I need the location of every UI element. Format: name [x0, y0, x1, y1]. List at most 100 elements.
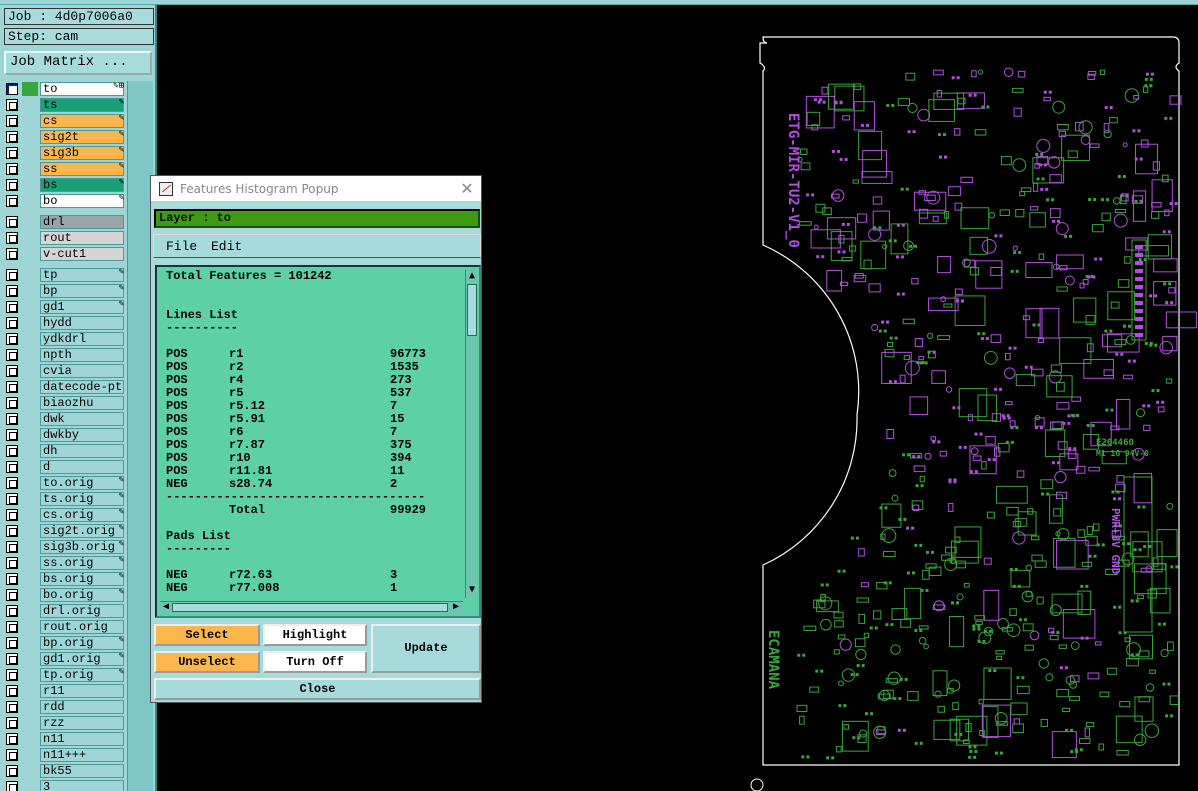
layer-color-swatch[interactable]	[22, 636, 38, 650]
layer-checkbox[interactable]	[6, 701, 18, 713]
layer-color-swatch[interactable]	[22, 194, 38, 208]
layer-name[interactable]: tp	[40, 268, 124, 282]
layer-row[interactable]: bs.orig ✎	[4, 571, 126, 587]
layer-name[interactable]: to.orig	[40, 476, 124, 490]
layer-name[interactable]: sig3b.orig	[40, 540, 124, 554]
layer-checkbox[interactable]	[6, 333, 18, 345]
layer-row[interactable]: cs.orig ✎	[4, 507, 126, 523]
layer-row[interactable]: ydkdrl	[4, 331, 126, 347]
layer-row[interactable]: n11+++	[4, 747, 126, 763]
layer-row[interactable]: to ✎⊞	[4, 81, 126, 97]
layer-checkbox[interactable]	[6, 365, 18, 377]
layer-checkbox[interactable]	[6, 573, 18, 585]
layer-color-swatch[interactable]	[22, 540, 38, 554]
highlight-button[interactable]: Highlight	[263, 624, 367, 646]
layer-color-swatch[interactable]	[22, 215, 38, 229]
layer-name[interactable]: to	[40, 82, 124, 96]
scroll-up-arrow-icon[interactable]: ▲	[466, 270, 478, 282]
layer-name[interactable]: sig2t	[40, 130, 124, 144]
layer-color-swatch[interactable]	[22, 348, 38, 362]
layer-name[interactable]: n11	[40, 732, 124, 746]
layer-row[interactable]: gd1.orig ✎	[4, 651, 126, 667]
layer-row[interactable]: drl.orig	[4, 603, 126, 619]
layer-name[interactable]: ts	[40, 98, 124, 112]
layer-name[interactable]: cvia	[40, 364, 124, 378]
layer-checkbox[interactable]	[6, 381, 18, 393]
layer-checkbox[interactable]	[6, 477, 18, 489]
layer-name[interactable]: biaozhu	[40, 396, 124, 410]
layer-checkbox[interactable]	[6, 216, 18, 228]
layer-row[interactable]: to.orig ✎	[4, 475, 126, 491]
layer-name[interactable]: bp.orig	[40, 636, 124, 650]
layer-row[interactable]: cs ✎	[4, 113, 126, 129]
layer-color-swatch[interactable]	[22, 284, 38, 298]
layer-name[interactable]: dwkby	[40, 428, 124, 442]
layer-row[interactable]: bp.orig ✎	[4, 635, 126, 651]
layer-checkbox[interactable]	[6, 653, 18, 665]
layer-checkbox[interactable]	[6, 493, 18, 505]
layer-color-swatch[interactable]	[22, 231, 38, 245]
layer-checkbox[interactable]	[6, 637, 18, 649]
layer-row[interactable]: sig2t ✎	[4, 129, 126, 145]
layer-color-swatch[interactable]	[22, 716, 38, 730]
layer-name[interactable]: gd1.orig	[40, 652, 124, 666]
layer-color-swatch[interactable]	[22, 364, 38, 378]
unselect-button[interactable]: Unselect	[154, 651, 260, 673]
close-button[interactable]: Close	[154, 678, 481, 700]
layer-name[interactable]: datecode-pte	[40, 380, 124, 394]
layer-color-swatch[interactable]	[22, 146, 38, 160]
close-icon[interactable]: ✕	[457, 179, 477, 199]
layer-name[interactable]: hydd	[40, 316, 124, 330]
layer-name[interactable]: drl	[40, 215, 124, 229]
layer-row[interactable]: 3	[4, 779, 126, 791]
layer-color-swatch[interactable]	[22, 332, 38, 346]
layer-name[interactable]: cs.orig	[40, 508, 124, 522]
layer-row[interactable]: sig3b ✎	[4, 145, 126, 161]
layer-checkbox[interactable]	[6, 557, 18, 569]
horizontal-scroll-thumb[interactable]	[172, 603, 448, 612]
layer-checkbox[interactable]	[6, 317, 18, 329]
layer-color-swatch[interactable]	[22, 178, 38, 192]
popup-titlebar[interactable]: Features Histogram Popup ✕	[151, 176, 481, 202]
layer-color-swatch[interactable]	[22, 588, 38, 602]
layer-row[interactable]: ts ✎	[4, 97, 126, 113]
menu-edit[interactable]: Edit	[211, 239, 242, 254]
layer-checkbox[interactable]	[6, 115, 18, 127]
layer-row[interactable]: sig2t.orig ✎	[4, 523, 126, 539]
layer-checkbox[interactable]	[6, 509, 18, 521]
layer-row[interactable]: tp.orig ✎	[4, 667, 126, 683]
layer-row[interactable]: bo.orig ✎	[4, 587, 126, 603]
layer-color-swatch[interactable]	[22, 316, 38, 330]
layer-name[interactable]: d	[40, 460, 124, 474]
layer-checkbox[interactable]	[6, 248, 18, 260]
layer-color-swatch[interactable]	[22, 114, 38, 128]
layer-row[interactable]: r11	[4, 683, 126, 699]
layer-name[interactable]: bp	[40, 284, 124, 298]
layer-checkbox[interactable]	[6, 195, 18, 207]
layer-checkbox[interactable]	[6, 269, 18, 281]
layer-row[interactable]: dwk	[4, 411, 126, 427]
layer-color-swatch[interactable]	[22, 380, 38, 394]
layer-color-swatch[interactable]	[22, 604, 38, 618]
layer-color-swatch[interactable]	[22, 300, 38, 314]
layer-name[interactable]: bs.orig	[40, 572, 124, 586]
scroll-down-arrow-icon[interactable]: ▼	[466, 584, 478, 596]
layer-row[interactable]: bp ✎	[4, 283, 126, 299]
layer-color-swatch[interactable]	[22, 684, 38, 698]
job-matrix-button[interactable]: Job Matrix ...	[4, 51, 152, 75]
layer-row[interactable]: rout.orig	[4, 619, 126, 635]
layer-row[interactable]: biaozhu	[4, 395, 126, 411]
layer-color-swatch[interactable]	[22, 268, 38, 282]
layer-name[interactable]: tp.orig	[40, 668, 124, 682]
layer-checkbox[interactable]	[6, 621, 18, 633]
layer-color-swatch[interactable]	[22, 652, 38, 666]
layer-row[interactable]: ss.orig ✎	[4, 555, 126, 571]
layer-checkbox[interactable]	[6, 733, 18, 745]
layer-checkbox[interactable]	[6, 429, 18, 441]
layer-checkbox[interactable]	[6, 589, 18, 601]
layer-row[interactable]: v-cut1	[4, 246, 126, 262]
layer-checkbox[interactable]	[6, 413, 18, 425]
layer-checkbox[interactable]	[6, 83, 18, 95]
layer-row[interactable]: dh	[4, 443, 126, 459]
layer-name[interactable]: drl.orig	[40, 604, 124, 618]
